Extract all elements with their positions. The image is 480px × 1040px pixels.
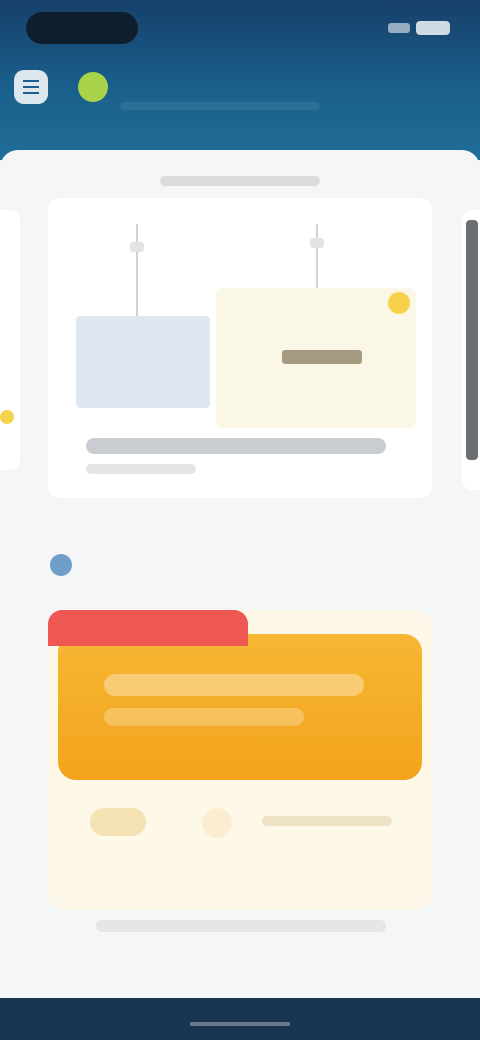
promo-card[interactable] [58,634,422,780]
home-indicator[interactable] [190,1022,290,1026]
slide-caption-subtext [86,464,196,474]
prev-slide-accent [0,410,14,424]
bottom-navigation-bar [0,998,480,1040]
signal-icon [388,23,410,33]
illustration-label [282,350,362,364]
menu-icon[interactable] [14,70,48,104]
promo-tab [48,610,248,646]
status-icons [354,20,450,36]
promo-circle-icon [202,808,232,838]
battery-icon [416,21,450,35]
section-icon [50,554,72,576]
status-time-pill [26,12,138,44]
slide-caption [86,438,386,458]
promo-badge [90,808,146,836]
carousel-next-slide[interactable] [462,210,480,490]
slide-illustration-card [216,288,416,428]
promo-section [48,610,432,910]
next-slide-image [466,220,478,460]
sparkle-icon [388,292,410,314]
carousel-title [160,172,320,188]
slide-illustration-panel [76,316,210,408]
promo-footer-text [262,816,392,826]
app-header [0,0,480,160]
bottom-hint-text [96,920,386,932]
promo-subline [104,708,304,726]
brand-icon [78,72,108,102]
promo-footer [72,800,408,850]
promo-headline [104,674,364,696]
top-bar [0,62,480,112]
brand-name [120,76,400,98]
carousel-prev-slide[interactable] [0,210,20,470]
status-bar [0,0,480,56]
carousel-slide-current[interactable] [48,198,432,498]
main-content [0,150,480,1000]
brand-subtitle-placeholder [120,102,320,110]
carousel-title-bar [160,176,320,186]
